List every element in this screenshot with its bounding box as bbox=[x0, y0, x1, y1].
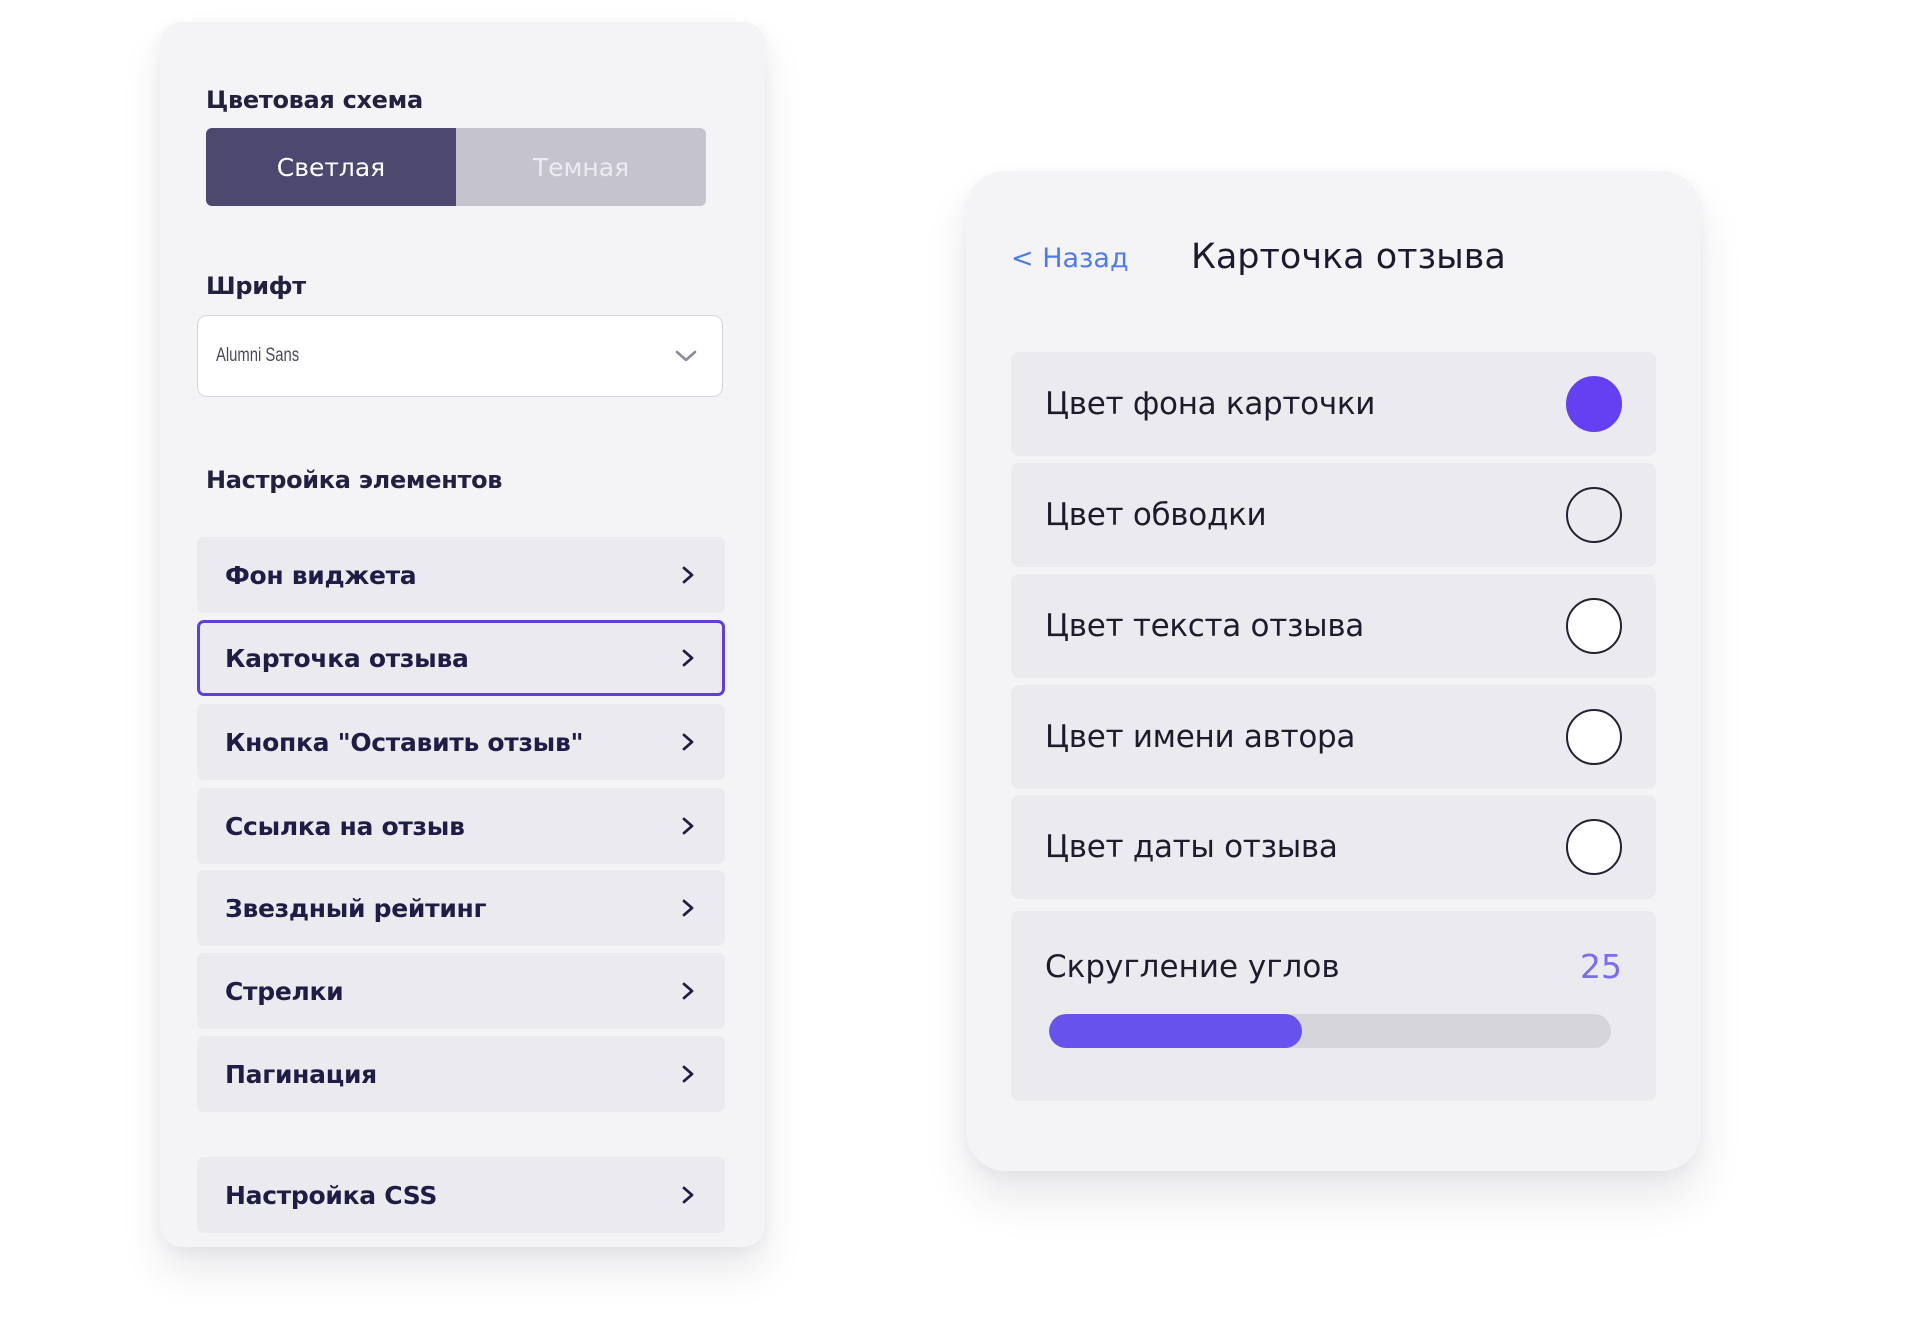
chevron-right-icon bbox=[682, 817, 694, 835]
theme-dark-button[interactable]: Темная bbox=[456, 128, 706, 206]
option-row-border-color: Цвет обводки bbox=[1011, 463, 1656, 567]
menu-item-leave-review-button[interactable]: Кнопка "Оставить отзыв" bbox=[197, 704, 725, 780]
menu-item-label: Фон виджета bbox=[225, 560, 417, 590]
menu-item-review-link[interactable]: Ссылка на отзыв bbox=[197, 788, 725, 864]
chevron-right-icon bbox=[682, 733, 694, 751]
slider-fill bbox=[1049, 1014, 1302, 1048]
menu-item-label: Кнопка "Оставить отзыв" bbox=[225, 727, 584, 757]
corner-radius-control: Скругление углов 25 bbox=[1011, 911, 1656, 1101]
chevron-right-icon bbox=[682, 899, 694, 917]
chevron-right-icon bbox=[682, 1186, 694, 1204]
option-label: Цвет имени автора bbox=[1045, 719, 1356, 755]
menu-item-label: Ссылка на отзыв bbox=[225, 811, 465, 841]
option-label: Цвет даты отзыва bbox=[1045, 829, 1338, 865]
menu-item-label: Карточка отзыва bbox=[225, 643, 469, 673]
option-row-card-background: Цвет фона карточки bbox=[1011, 352, 1656, 456]
menu-item-star-rating[interactable]: Звездный рейтинг bbox=[197, 870, 725, 946]
review-card-settings-panel: < Назад Карточка отзыва Цвет фона карточ… bbox=[966, 171, 1701, 1171]
color-scheme-title: Цветовая схема bbox=[206, 86, 423, 114]
menu-item-pagination[interactable]: Пагинация bbox=[197, 1036, 725, 1112]
settings-panel: Цветовая схема Светлая Темная Шрифт Alum… bbox=[160, 22, 765, 1247]
chevron-right-icon bbox=[682, 566, 694, 584]
option-label: Цвет обводки bbox=[1045, 497, 1267, 533]
menu-item-label: Пагинация bbox=[225, 1059, 377, 1089]
corner-radius-slider[interactable] bbox=[1049, 1014, 1611, 1048]
option-row-author-name-color: Цвет имени автора bbox=[1011, 685, 1656, 789]
menu-item-widget-background[interactable]: Фон виджета bbox=[197, 537, 725, 613]
panel-title: Карточка отзыва bbox=[1191, 237, 1506, 277]
theme-light-button[interactable]: Светлая bbox=[206, 128, 456, 206]
font-select[interactable]: Alumni Sans bbox=[197, 315, 723, 397]
chevron-down-icon bbox=[675, 350, 697, 362]
chevron-right-icon bbox=[682, 1065, 694, 1083]
chevron-right-icon bbox=[682, 649, 694, 667]
menu-item-label: Звездный рейтинг bbox=[225, 893, 487, 923]
font-select-value: Alumni Sans bbox=[216, 345, 300, 366]
elements-title: Настройка элементов bbox=[206, 466, 503, 494]
back-link[interactable]: < Назад bbox=[1011, 243, 1129, 274]
font-title: Шрифт bbox=[206, 272, 306, 300]
color-swatch[interactable] bbox=[1566, 819, 1622, 875]
color-swatch[interactable] bbox=[1566, 487, 1622, 543]
menu-item-label: Настройка CSS bbox=[225, 1180, 438, 1210]
option-row-review-text-color: Цвет текста отзыва bbox=[1011, 574, 1656, 678]
chevron-right-icon bbox=[682, 982, 694, 1000]
theme-toggle: Светлая Темная bbox=[206, 128, 706, 206]
color-swatch[interactable] bbox=[1566, 376, 1622, 432]
menu-item-review-card[interactable]: Карточка отзыва bbox=[197, 620, 725, 696]
corner-radius-value: 25 bbox=[1580, 947, 1622, 986]
menu-item-label: Стрелки bbox=[225, 976, 344, 1006]
option-row-review-date-color: Цвет даты отзыва bbox=[1011, 795, 1656, 899]
color-swatch[interactable] bbox=[1566, 598, 1622, 654]
color-swatch[interactable] bbox=[1566, 709, 1622, 765]
menu-item-css-settings[interactable]: Настройка CSS bbox=[197, 1157, 725, 1233]
option-label: Цвет фона карточки bbox=[1045, 386, 1376, 422]
menu-item-arrows[interactable]: Стрелки bbox=[197, 953, 725, 1029]
corner-radius-label: Скругление углов bbox=[1045, 949, 1340, 985]
option-label: Цвет текста отзыва bbox=[1045, 608, 1364, 644]
